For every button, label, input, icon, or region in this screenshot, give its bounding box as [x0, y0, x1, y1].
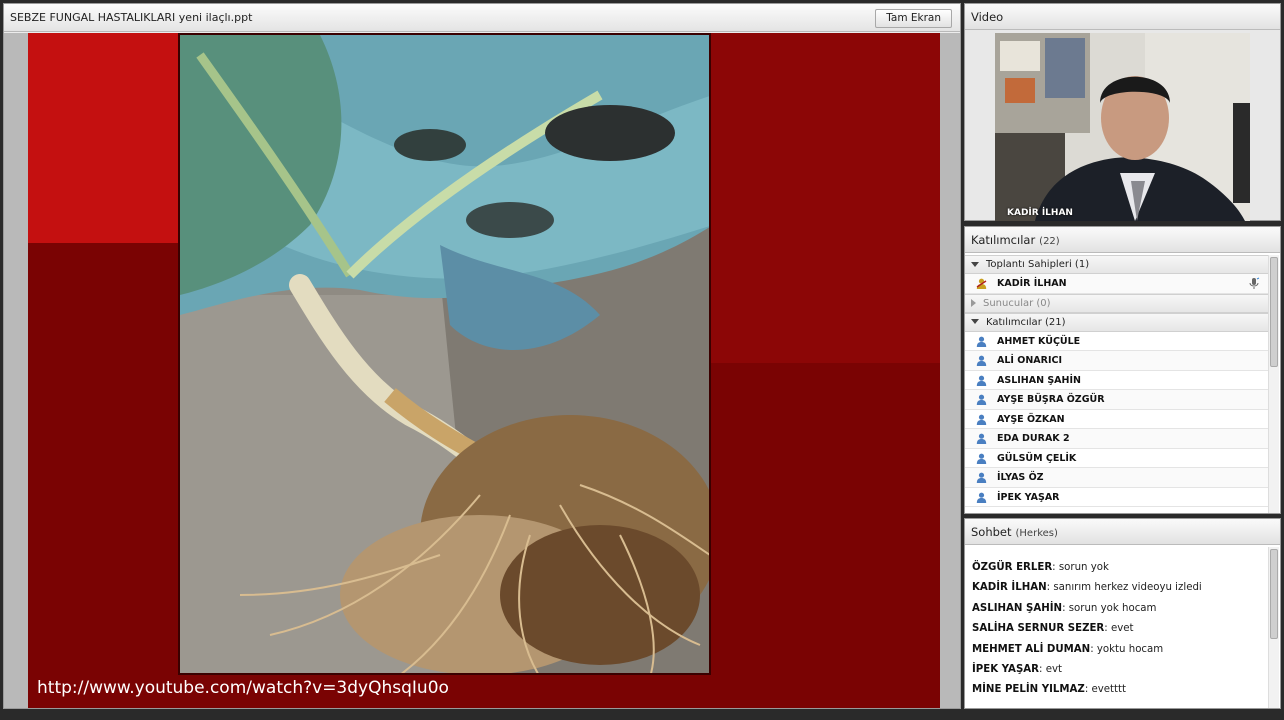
participant-row[interactable]: ASLIHAN ŞAHİN [965, 370, 1268, 390]
participant-name: İPEK YAŞAR [997, 491, 1060, 503]
chat-sender: İPEK YAŞAR [972, 663, 1040, 675]
chat-text: evt [1045, 663, 1062, 675]
participant-row[interactable]: GÜLSÜM ÇELİK [965, 448, 1268, 468]
user-icon [976, 336, 987, 347]
group-label: Katılımcılar (21) [986, 316, 1066, 328]
user-icon [976, 492, 987, 503]
participant-name: AYŞE BÜŞRA ÖZGÜR [997, 394, 1105, 405]
user-icon [976, 355, 987, 366]
share-pod: SEBZE FUNGAL HASTALIKLARI yeni ilaçlı.pp… [3, 3, 961, 709]
chat-message: MİNE PELİN YILMAZ: evetttt [972, 684, 1127, 696]
chat-message: KADİR İLHAN: sanırım herkez videoyu izle… [972, 582, 1202, 594]
chat-text: sanırım herkez videoyu izledi [1053, 582, 1202, 594]
participant-name: AHMET KÜÇÜLE [997, 335, 1081, 347]
group-participants[interactable]: Katılımcılar (21) [965, 312, 1268, 332]
host-row[interactable]: KADİR İLHAN [965, 274, 1268, 294]
participant-row[interactable]: İPEK YAŞAR [965, 487, 1268, 507]
webcam-image [995, 33, 1250, 221]
participant-rows: AHMET KÜÇÜLE ALİ ONARICI ASLIHAN ŞAHİN A… [965, 331, 1268, 507]
slide-photo [178, 33, 711, 675]
chevron-down-icon [971, 319, 979, 324]
presenter-name-label: KADİR İLHAN [1007, 208, 1073, 218]
host-user-icon [976, 278, 987, 289]
group-label: Toplantı Sahipleri (1) [986, 259, 1090, 270]
chat-pod-header: Sohbet (Herkes) [965, 519, 1280, 545]
chevron-down-icon [971, 261, 979, 267]
user-icon [976, 472, 987, 483]
video-pod-header: Video [965, 4, 1280, 30]
chat-messages: ÖZGÜR ERLER: sorun yok KADİR İLHAN: sanı… [965, 547, 1268, 708]
slide-decoration [28, 33, 178, 243]
chat-pod-title: Sohbet (Herkes) [971, 525, 1058, 539]
chat-text: evet [1110, 623, 1134, 635]
participant-name: AYŞE ÖZKAN [997, 413, 1065, 425]
chat-title-text: Sohbet [971, 525, 1012, 539]
participant-name: ALİ ONARICI [997, 355, 1062, 366]
slide-url-text: http://www.youtube.com/watch?v=3dyQhsqIu… [37, 678, 449, 698]
participant-name: EDA DURAK 2 [997, 433, 1070, 444]
slide-decoration [708, 33, 940, 363]
slide-stage: http://www.youtube.com/watch?v=3dyQhsqIu… [4, 33, 960, 708]
attendees-pod-title: Katılımcılar (22) [971, 233, 1060, 247]
attendees-pod-header: Katılımcılar (22) [965, 227, 1280, 253]
group-presenters[interactable]: Sunucular (0) [965, 293, 1268, 313]
participant-row[interactable]: AYŞE ÖZKAN [965, 409, 1268, 429]
video-pod: Video KADİR İLHAN [964, 3, 1281, 221]
group-label: Sunucular (0) [983, 297, 1051, 309]
attendee-scrollbar[interactable] [1268, 255, 1279, 513]
plant-root-photo [180, 35, 709, 673]
group-hosts[interactable]: Toplantı Sahipleri (1) [965, 255, 1268, 274]
chat-text: sorun yok hocam [1068, 602, 1157, 614]
participant-row[interactable]: ALİ ONARICI [965, 351, 1268, 371]
participant-row[interactable]: EDA DURAK 2 [965, 429, 1268, 449]
attendee-scroll-thumb[interactable] [1270, 257, 1278, 367]
user-icon [976, 453, 987, 464]
video-feed[interactable]: KADİR İLHAN [995, 33, 1250, 221]
user-icon [976, 375, 987, 386]
microphone-icon[interactable] [1248, 277, 1260, 290]
participant-name: GÜLSÜM ÇELİK [997, 452, 1077, 464]
chat-scroll-thumb[interactable] [1270, 549, 1278, 639]
chat-text: yoktu hocam [1096, 643, 1164, 655]
user-icon [976, 433, 987, 444]
slide: http://www.youtube.com/watch?v=3dyQhsqIu… [28, 33, 940, 708]
chat-message: SALİHA SERNUR SEZER: evet [972, 623, 1134, 635]
chat-message: MEHMET ALİ DUMAN: yoktu hocam [972, 643, 1164, 655]
chat-message: ÖZGÜR ERLER: sorun yok [972, 562, 1109, 573]
user-icon [976, 394, 987, 405]
participant-name: İLYAS ÖZ [997, 472, 1044, 483]
attendee-count: (22) [1039, 236, 1060, 247]
user-icon [976, 414, 987, 425]
attendees-title-text: Katılımcılar [971, 233, 1036, 247]
chat-scrollbar[interactable] [1268, 547, 1279, 708]
chat-sender: KADİR İLHAN [972, 582, 1047, 594]
chat-text: sorun yok [1058, 562, 1109, 573]
presentation-title: SEBZE FUNGAL HASTALIKLARI yeni ilaçlı.pp… [10, 11, 253, 24]
fullscreen-button[interactable]: Tam Ekran [875, 9, 952, 28]
share-pod-header: SEBZE FUNGAL HASTALIKLARI yeni ilaçlı.pp… [4, 4, 960, 32]
attendee-list: Toplantı Sahipleri (1) KADİR İLHAN Sunuc… [965, 255, 1268, 513]
participant-row[interactable]: AYŞE BÜŞRA ÖZGÜR [965, 390, 1268, 410]
meeting-window: SEBZE FUNGAL HASTALIKLARI yeni ilaçlı.pp… [0, 0, 1284, 720]
video-pod-title: Video [971, 10, 1004, 24]
chat-message: İPEK YAŞAR: evt [972, 663, 1062, 675]
chat-text: evetttt [1091, 684, 1127, 696]
chat-sender: ÖZGÜR ERLER [972, 562, 1053, 573]
chat-sender: MEHMET ALİ DUMAN [972, 643, 1091, 655]
participant-row[interactable]: AHMET KÜÇÜLE [965, 331, 1268, 351]
chat-scope: (Herkes) [1015, 528, 1058, 539]
chat-sender: SALİHA SERNUR SEZER [972, 623, 1105, 635]
chat-sender: ASLIHAN ŞAHİN [972, 602, 1063, 614]
chat-pod: Sohbet (Herkes) ÖZGÜR ERLER: sorun yok KA… [964, 518, 1281, 709]
participant-row[interactable]: İLYAS ÖZ [965, 468, 1268, 488]
attendees-pod: Katılımcılar (22) Toplantı Sahipleri (1) … [964, 226, 1281, 514]
chevron-right-icon [971, 298, 976, 307]
chat-sender: MİNE PELİN YILMAZ [972, 684, 1085, 696]
participant-name: ASLIHAN ŞAHİN [997, 374, 1081, 386]
host-name: KADİR İLHAN [997, 278, 1067, 289]
chat-message: ASLIHAN ŞAHİN: sorun yok hocam [972, 602, 1157, 614]
